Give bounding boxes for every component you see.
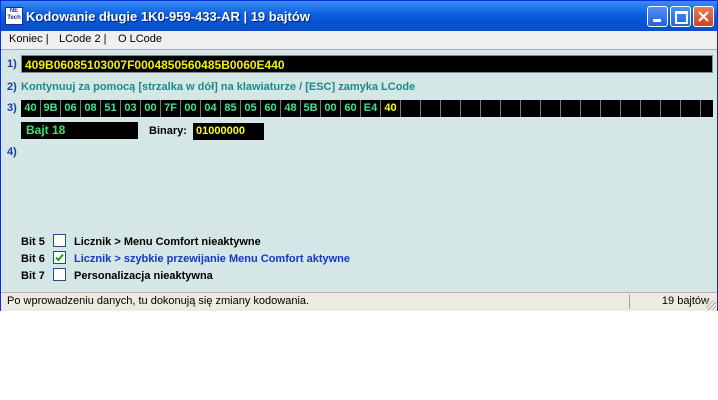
coding-string: 409B06085103007F0004850560485B0060E440	[25, 58, 285, 72]
coding-string-field[interactable]: 409B06085103007F0004850560485B0060E440	[21, 55, 713, 73]
bit-checkbox[interactable]	[53, 234, 66, 247]
byte-cell[interactable]: 40	[21, 100, 41, 117]
close-button[interactable]	[693, 6, 714, 27]
byte-cell[interactable]	[501, 100, 521, 117]
byte-cell[interactable]: 04	[201, 100, 221, 117]
byte-cell[interactable]	[641, 100, 661, 117]
byte-cell[interactable]	[621, 100, 641, 117]
byte-cell[interactable]: 06	[61, 100, 81, 117]
resize-grip[interactable]	[706, 300, 716, 310]
lcode-window: NE Tech Kodowanie długie 1K0-959-433-AR …	[0, 0, 718, 311]
byte-cell[interactable]	[421, 100, 441, 117]
bit-checkbox[interactable]	[53, 251, 66, 264]
menu-bar: Koniec | LCode 2 | O LCode	[1, 31, 717, 49]
byte-cell[interactable]	[521, 100, 541, 117]
menu-o-lcode[interactable]: O LCode	[118, 33, 162, 45]
binary-label: Binary:	[149, 125, 187, 137]
byte-cell[interactable]: 7F	[161, 100, 181, 117]
byte-cell[interactable]	[701, 100, 718, 117]
row3-label: 3)	[7, 102, 17, 114]
minimize-button[interactable]	[647, 6, 668, 27]
byte-cell[interactable]: 03	[121, 100, 141, 117]
byte-cell[interactable]: 85	[221, 100, 241, 117]
instruction-text: Kontynuuj za pomocą [strzalka w dół] na …	[21, 81, 416, 93]
byte-cell[interactable]	[581, 100, 601, 117]
byte-cell[interactable]	[441, 100, 461, 117]
bit-label: Bit 5	[21, 236, 45, 248]
byte-cell[interactable]: 05	[241, 100, 261, 117]
checkmark-icon	[55, 253, 64, 262]
menu-koniec[interactable]: Koniec |	[9, 33, 49, 45]
bit-label: Bit 7	[21, 270, 45, 282]
bit-description: Licznik > Menu Comfort nieaktywne	[74, 236, 261, 248]
byte-cell[interactable]: 60	[341, 100, 361, 117]
byte-number: Bajt 18	[21, 122, 138, 139]
app-icon: NE Tech	[5, 7, 23, 25]
window-title: Kodowanie długie 1K0-959-433-AR | 19 baj…	[26, 9, 310, 24]
status-byte-count: 19 bajtów	[661, 295, 709, 307]
title-bar[interactable]: NE Tech Kodowanie długie 1K0-959-433-AR …	[1, 1, 717, 31]
byte-cell[interactable]	[601, 100, 621, 117]
row1-label: 1)	[7, 58, 17, 70]
byte-cell[interactable]: E4	[361, 100, 381, 117]
bit-description: Personalizacja nieaktywna	[74, 270, 213, 282]
bit-label: Bit 6	[21, 253, 45, 265]
byte-cell[interactable]: 08	[81, 100, 101, 117]
byte-cell[interactable]: 00	[181, 100, 201, 117]
byte-cell[interactable]: 00	[141, 100, 161, 117]
maximize-button[interactable]	[670, 6, 691, 27]
row4-label: 4)	[7, 146, 17, 158]
byte-cell[interactable]	[401, 100, 421, 117]
byte-cell[interactable]: 5B	[301, 100, 321, 117]
binary-value: 01000000	[193, 123, 264, 140]
byte-cell[interactable]	[461, 100, 481, 117]
byte-cell[interactable]	[541, 100, 561, 117]
byte-cell[interactable]: 00	[321, 100, 341, 117]
byte-cell[interactable]	[681, 100, 701, 117]
byte-cell[interactable]: 48	[281, 100, 301, 117]
menu-lcode2[interactable]: LCode 2 |	[59, 33, 107, 45]
status-message: Po wprowadzeniu danych, tu dokonują się …	[7, 295, 310, 307]
byte-cell[interactable]	[561, 100, 581, 117]
byte-cell[interactable]	[481, 100, 501, 117]
bit-description: Licznik > szybkie przewijanie Menu Comfo…	[74, 253, 350, 265]
status-divider	[629, 294, 630, 309]
byte-cell[interactable]	[661, 100, 681, 117]
byte-cell[interactable]: 9B	[41, 100, 61, 117]
byte-cell[interactable]: 51	[101, 100, 121, 117]
byte-cell[interactable]: 40	[381, 100, 401, 117]
close-icon	[698, 11, 709, 22]
menu-divider	[1, 49, 717, 50]
row2-label: 2)	[7, 81, 17, 93]
status-bar: Po wprowadzeniu danych, tu dokonują się …	[1, 292, 717, 311]
bit-checkbox[interactable]	[53, 268, 66, 281]
byte-cells: 40 9B 06 08 51 03 00 7F 00 04 85 05 60 48 5B 00 60 E4 40	[21, 100, 713, 117]
byte-cell[interactable]: 60	[261, 100, 281, 117]
